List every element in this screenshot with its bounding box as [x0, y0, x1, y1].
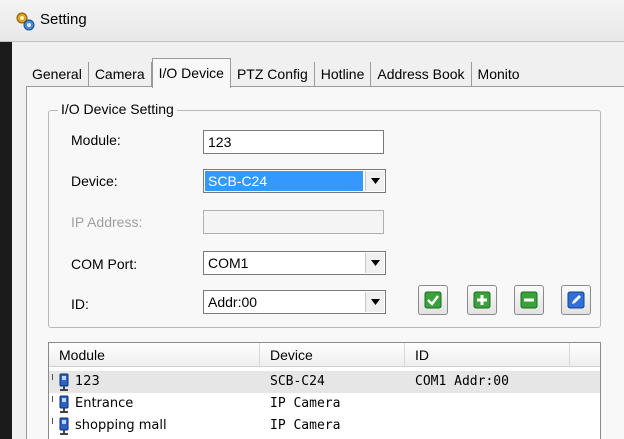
column-header-device[interactable]: Device	[260, 343, 405, 367]
ip-address-label: IP Address:	[71, 214, 143, 230]
add-button[interactable]	[467, 285, 497, 315]
row-module: shopping mall	[75, 418, 167, 433]
com-port-label: COM Port:	[71, 256, 138, 272]
device-label: Device:	[71, 173, 118, 189]
device-icon	[59, 417, 69, 435]
column-header-id[interactable]: ID	[405, 343, 570, 367]
com-port-dropdown-button[interactable]	[365, 253, 384, 273]
edit-icon	[567, 291, 585, 309]
confirm-button[interactable]	[418, 285, 448, 315]
edit-button[interactable]	[561, 285, 591, 315]
list-item[interactable]: 123 SCB-C24 COM1 Addr:00	[49, 371, 600, 393]
module-label: Module:	[71, 132, 121, 148]
tab-monitor[interactable]: Monito	[472, 62, 526, 86]
module-input[interactable]: 123	[203, 130, 384, 154]
row-device: SCB-C24	[270, 374, 325, 389]
chevron-down-icon	[370, 178, 380, 184]
check-icon	[424, 291, 442, 309]
tab-general[interactable]: General	[26, 62, 89, 86]
list-item[interactable]: shopping mall IP Camera	[49, 415, 600, 437]
device-icon	[59, 373, 69, 391]
minus-icon	[520, 291, 538, 309]
ip-address-input	[203, 210, 384, 234]
plus-icon	[473, 291, 491, 309]
tab-camera[interactable]: Camera	[89, 62, 152, 86]
row-module: 123	[75, 374, 100, 389]
tree-line	[52, 418, 53, 424]
title-bar[interactable]: Setting	[0, 0, 624, 42]
row-id: COM1 Addr:00	[415, 374, 509, 389]
group-title: I/O Device Setting	[58, 101, 177, 117]
com-port-select-value: COM1	[208, 255, 249, 271]
tab-strip: General Camera I/O Device PTZ Config Hot…	[26, 58, 526, 88]
row-module: Entrance	[75, 396, 134, 411]
device-dropdown-button[interactable]	[365, 171, 384, 191]
device-icon	[59, 395, 69, 413]
tab-strip-line	[26, 86, 624, 87]
column-header-module[interactable]: Module	[49, 343, 260, 367]
tree-line	[52, 374, 53, 380]
id-select[interactable]: Addr:00	[203, 290, 386, 314]
list-item[interactable]: Entrance IP Camera	[49, 393, 600, 415]
setting-window: Setting General Camera I/O Device PTZ Co…	[0, 0, 624, 439]
remove-button[interactable]	[514, 285, 544, 315]
device-select-value: SCB-C24	[205, 171, 363, 191]
tab-address-book[interactable]: Address Book	[371, 62, 472, 86]
device-list-header: Module Device ID	[49, 343, 600, 367]
tree-line	[52, 396, 53, 402]
tab-hotline[interactable]: Hotline	[315, 62, 372, 86]
window-title: Setting	[40, 11, 87, 28]
row-device: IP Camera	[270, 418, 341, 433]
tab-io-device[interactable]: I/O Device	[151, 58, 231, 88]
id-label: ID:	[71, 296, 89, 312]
device-select[interactable]: SCB-C24	[203, 169, 386, 193]
chevron-down-icon	[370, 260, 380, 266]
chevron-down-icon	[370, 299, 380, 305]
app-settings-icon	[16, 12, 35, 31]
id-dropdown-button[interactable]	[365, 292, 384, 312]
tab-ptz-config[interactable]: PTZ Config	[231, 62, 315, 86]
row-device: IP Camera	[270, 396, 341, 411]
device-list[interactable]: Module Device ID 123 SCB-C24 COM1 Addr:0…	[48, 342, 601, 439]
id-select-value: Addr:00	[208, 294, 258, 310]
com-port-select[interactable]: COM1	[203, 251, 386, 275]
